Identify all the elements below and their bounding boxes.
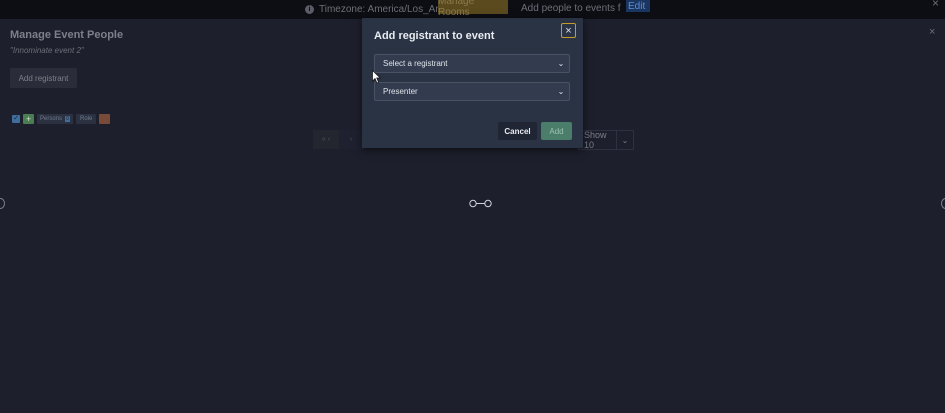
role-filter-chip[interactable]: Role <box>76 114 97 124</box>
panel-close-icon[interactable]: × <box>929 26 935 38</box>
registrant-select-value: Select a registrant <box>383 59 448 68</box>
loading-spinner-icon <box>469 199 492 208</box>
chevron-down-icon: ⌄ <box>557 87 565 96</box>
pagination: « ‹ ‹ <box>313 130 363 149</box>
persons-count: 0 <box>65 116 71 122</box>
filter-bar: ✓ + Persons 0 Role <box>12 113 111 125</box>
add-registrant-modal: Add registrant to event × Select a regis… <box>362 18 583 148</box>
modal-title: Add registrant to event <box>374 30 495 42</box>
edit-button[interactable]: Edit <box>626 0 650 12</box>
info-icon: i <box>305 5 314 14</box>
page-size-select[interactable]: Show 10 ⌄ <box>578 130 634 150</box>
modal-close-icon[interactable]: × <box>561 23 576 38</box>
select-all-checkbox[interactable]: ✓ <box>12 115 20 123</box>
page-title: Manage Event People <box>10 29 124 41</box>
prev-page-button[interactable]: ‹ <box>339 130 363 149</box>
role-select-value: Presenter <box>383 87 418 96</box>
add-button[interactable]: Add <box>541 122 572 140</box>
persons-label: Persons <box>40 116 63 122</box>
add-filter-button[interactable]: + <box>23 114 34 124</box>
page-size-label: Show 10 <box>584 130 607 150</box>
role-select[interactable]: Presenter ⌄ <box>374 82 570 101</box>
first-page-button[interactable]: « ‹ <box>313 130 339 149</box>
persons-filter-chip[interactable]: Persons 0 <box>37 114 74 124</box>
trash-icon[interactable] <box>99 114 111 124</box>
event-name: "Innominate event 2" <box>10 46 84 55</box>
registrant-select[interactable]: Select a registrant ⌄ <box>374 54 570 73</box>
chevron-down-icon: ⌄ <box>557 59 565 68</box>
add-registrant-button[interactable]: Add registrant <box>10 68 77 88</box>
mouse-cursor-icon <box>372 70 382 84</box>
chevron-down-icon: ⌄ <box>616 131 633 149</box>
top-bar: i Timezone: America/Los_Angeles Manage R… <box>0 0 945 19</box>
scroll-right-handle[interactable] <box>941 198 945 209</box>
manage-rooms-button[interactable]: Manage Rooms <box>438 0 508 18</box>
topbar-close-icon[interactable]: × <box>932 0 939 10</box>
scroll-left-handle[interactable] <box>0 198 5 209</box>
cancel-button[interactable]: Cancel <box>498 122 537 140</box>
add-people-text: Add people to events from <box>521 3 621 14</box>
